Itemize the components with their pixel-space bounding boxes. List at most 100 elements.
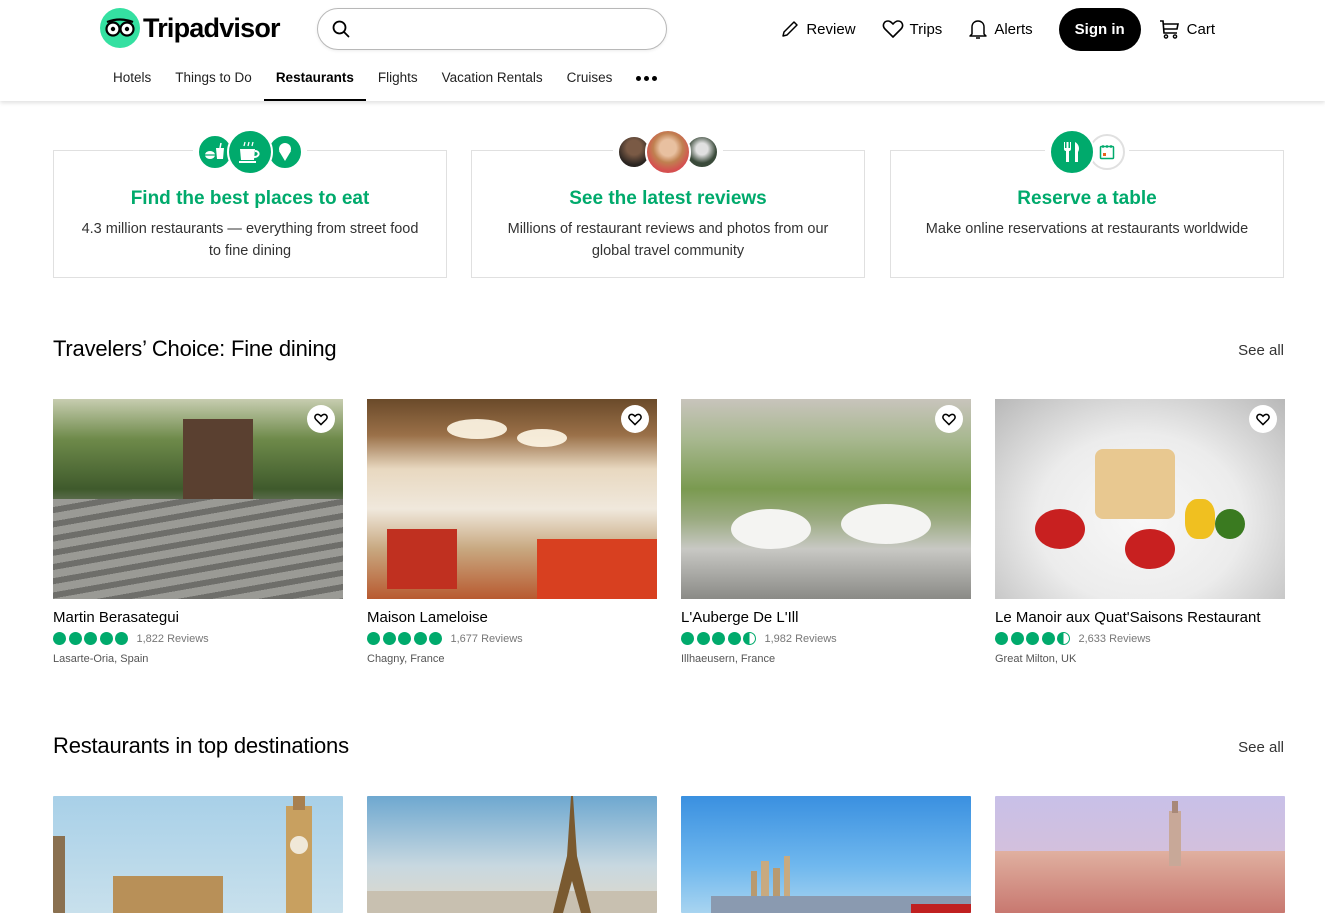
rating-bubble-full (115, 632, 128, 645)
review-count[interactable]: 2,633 Reviews (1079, 633, 1151, 645)
rating-bubble-full (413, 632, 427, 645)
restaurant-name[interactable]: Maison Lameloise (367, 609, 657, 626)
rating-bubble-full (712, 632, 725, 645)
heart-icon (1256, 413, 1270, 426)
feature-description: Millions of restaurant reviews and photo… (507, 221, 829, 259)
rating-bubble-full (382, 632, 396, 645)
review-count[interactable]: 1,822 Reviews (137, 633, 209, 645)
rating-bubble-half (743, 632, 756, 645)
nav-things-to-do[interactable]: Things to Do (163, 62, 264, 101)
rating-bubble-full (1010, 632, 1024, 645)
restaurant-location: Chagny, France (367, 653, 445, 665)
restaurant-card[interactable]: Maison Lameloise 1,677 Reviews Chagny, F… (367, 399, 657, 665)
trips-button[interactable]: Trips (882, 19, 943, 39)
heart-icon (628, 413, 642, 426)
restaurant-photo (995, 399, 1285, 599)
bell-icon (969, 20, 988, 39)
section-title-top-destinations: Restaurants in top destinations (53, 733, 349, 758)
restaurant-card[interactable]: L'Auberge De L'Ill 1,982 Reviews Illhaeu… (681, 399, 971, 665)
save-heart-button[interactable] (935, 405, 963, 433)
restaurant-photo (367, 399, 657, 599)
feature-card-find-places: Find the best places to eat 4.3 million … (53, 129, 447, 278)
feature-description: 4.3 million restaurants — everything fro… (81, 221, 419, 259)
more-dots-icon[interactable] (624, 62, 669, 94)
search-icon (332, 20, 350, 38)
fork-knife-icon (1049, 129, 1095, 175)
restaurant-location: Lasarte-Oria, Spain (53, 653, 149, 665)
rating-bubble-full (68, 632, 82, 645)
restaurant-name[interactable]: Martin Berasategui (53, 609, 343, 626)
trips-label: Trips (909, 20, 943, 38)
see-all-travelers-choice-link[interactable]: See all (1238, 342, 1284, 359)
save-heart-button[interactable] (307, 405, 335, 433)
save-heart-button[interactable] (1249, 405, 1277, 433)
nav-restaurants[interactable]: Restaurants (263, 62, 366, 101)
feature-description: Make online reservations at restaurants … (925, 221, 1249, 237)
feature-card-latest-reviews: See the latest reviews Millions of resta… (471, 129, 865, 278)
nav-flights[interactable]: Flights (366, 62, 430, 101)
rating-bubble-full (995, 632, 1008, 645)
feature-title: Reserve a table (1017, 188, 1157, 209)
rating-bubbles: 1,677 Reviews (367, 632, 657, 645)
section-title-travelers-choice: Travelers’ Choice: Fine dining (53, 336, 337, 361)
rating-bubble-half (1057, 632, 1070, 645)
rating-bubble-full (99, 632, 113, 645)
destination-photo-istanbul[interactable] (995, 796, 1285, 913)
search-input[interactable] (360, 20, 666, 38)
reviewer-avatar (645, 129, 691, 175)
cart-icon (1159, 20, 1179, 39)
destination-photo-paris[interactable] (367, 796, 657, 913)
alerts-label: Alerts (994, 20, 1033, 38)
restaurant-location: Great Milton, UK (995, 653, 1077, 665)
feature-title: See the latest reviews (569, 188, 767, 209)
nav-cruises[interactable]: Cruises (555, 62, 625, 101)
review-count[interactable]: 1,982 Reviews (765, 633, 837, 645)
rating-bubbles: 2,633 Reviews (995, 632, 1285, 645)
destination-photo-london[interactable] (53, 796, 343, 913)
review-count[interactable]: 1,677 Reviews (451, 633, 523, 645)
restaurant-location: Illhaeusern, France (681, 653, 776, 665)
site-header: Tripadvisor Review Trips Alerts Sign in … (0, 0, 1325, 101)
coffee-cup-icon (227, 129, 273, 175)
restaurant-name[interactable]: L'Auberge De L'Ill (681, 609, 971, 626)
restaurant-photo (53, 399, 343, 599)
tripadvisor-logo[interactable]: Tripadvisor (100, 8, 281, 48)
rating-bubble-full (398, 632, 411, 645)
save-heart-button[interactable] (621, 405, 649, 433)
heart-icon (882, 20, 903, 38)
rating-bubble-full (727, 632, 741, 645)
restaurant-photo (681, 399, 971, 599)
cart-label: Cart (1186, 20, 1215, 38)
cart-button[interactable]: Cart (1159, 18, 1215, 40)
rating-bubble-full (681, 632, 694, 645)
rating-bubbles: 1,822 Reviews (53, 632, 343, 645)
rating-bubble-full (84, 632, 97, 645)
rating-bubble-full (367, 632, 380, 645)
rating-bubble-full (429, 632, 442, 645)
search-bar[interactable] (317, 8, 667, 50)
restaurant-card[interactable]: Le Manoir aux Quat'Saisons Restaurant 2,… (995, 399, 1285, 665)
rating-bubble-full (696, 632, 710, 645)
restaurant-name[interactable]: Le Manoir aux Quat'Saisons Restaurant (995, 609, 1285, 626)
owl-logo-icon (100, 8, 140, 48)
alerts-button[interactable]: Alerts (968, 18, 1033, 40)
rating-bubble-full (1026, 632, 1039, 645)
destination-photo-dubai[interactable] (681, 796, 971, 913)
feature-title: Find the best places to eat (130, 188, 370, 209)
main-nav: Hotels Things to Do Restaurants Flights … (101, 62, 669, 101)
sign-in-button[interactable]: Sign in (1058, 7, 1141, 51)
pencil-icon (782, 21, 799, 37)
brand-name: Tripadvisor (143, 12, 281, 43)
heart-icon (942, 413, 956, 426)
see-all-destinations-link[interactable]: See all (1238, 739, 1284, 756)
rating-bubbles: 1,982 Reviews (681, 632, 971, 645)
nav-hotels[interactable]: Hotels (101, 62, 163, 101)
review-label: Review (806, 20, 856, 38)
restaurant-card[interactable]: Martin Berasategui 1,822 Reviews Lasarte… (53, 399, 343, 665)
feature-card-reserve-table: Reserve a table Make online reservations… (890, 129, 1284, 278)
heart-icon (314, 413, 328, 426)
rating-bubble-full (53, 632, 66, 645)
review-button[interactable]: Review (780, 19, 856, 39)
rating-bubble-full (1041, 632, 1055, 645)
nav-vacation-rentals[interactable]: Vacation Rentals (430, 62, 555, 101)
